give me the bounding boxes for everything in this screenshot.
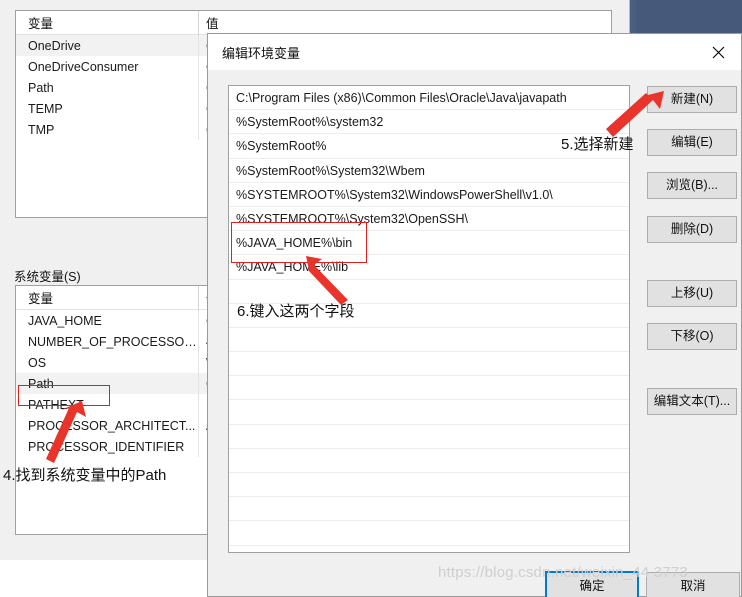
path-entry[interactable]: C:\Program Files (x86)\Common Files\Orac… — [229, 86, 629, 111]
row-column-divider — [198, 436, 199, 457]
move-down-button[interactable]: 下移(O) — [647, 323, 737, 350]
system-variable-name: NUMBER_OF_PROCESSORS — [28, 334, 198, 349]
row-column-divider — [198, 310, 199, 331]
path-entry[interactable]: %SystemRoot%\System32\Wbem — [229, 159, 629, 183]
annotation-step-4: 4.找到系统变量中的Path — [3, 467, 167, 484]
browse-button[interactable]: 浏览(B)... — [647, 172, 737, 199]
row-column-divider — [198, 98, 199, 119]
row-column-divider — [198, 373, 199, 394]
user-variable-name: TMP — [28, 122, 55, 137]
system-variable-name: OS — [28, 355, 47, 370]
move-up-button[interactable]: 上移(U) — [647, 280, 737, 307]
path-entry-java-lib[interactable]: %JAVA_HOME%\lib — [229, 255, 629, 280]
edit-button[interactable]: 编辑(E) — [647, 129, 737, 156]
cancel-button[interactable]: 取消 — [646, 572, 740, 597]
row-column-divider — [198, 331, 199, 352]
screenshot-root: 变量 值 OneDrive C OneDriveConsumer C — [0, 0, 742, 597]
path-entry-empty[interactable] — [229, 352, 629, 377]
edit-text-button[interactable]: 编辑文本(T)... — [647, 388, 737, 415]
user-variable-name: OneDriveConsumer — [28, 59, 139, 74]
row-column-divider — [198, 352, 199, 373]
path-entry-empty[interactable] — [229, 473, 629, 498]
dialog-body: C:\Program Files (x86)\Common Files\Orac… — [208, 70, 741, 597]
system-variables-col-name-header: 变量 — [28, 292, 54, 306]
ok-button[interactable]: 确定 — [545, 571, 639, 597]
annotation-step-6: 6.键入这两个字段 — [237, 303, 355, 320]
system-variables-header-divider — [198, 286, 199, 310]
delete-button[interactable]: 删除(D) — [647, 216, 737, 243]
system-variables-group-label: 系统变量(S) — [14, 270, 81, 284]
desktop-background-inner — [636, 0, 742, 33]
path-entry-empty[interactable] — [229, 521, 629, 546]
system-variable-name: Path — [28, 376, 54, 391]
system-variable-name: PROCESSOR_IDENTIFIER — [28, 439, 185, 454]
path-entry-empty[interactable] — [229, 328, 629, 353]
path-entry-empty[interactable] — [229, 497, 629, 522]
row-column-divider — [198, 394, 199, 415]
user-variables-header-row: 变量 值 — [16, 11, 611, 35]
system-variable-name: PROCESSOR_ARCHITECT... — [28, 418, 196, 433]
path-entry[interactable]: %SYSTEMROOT%\System32\OpenSSH\ — [229, 207, 629, 232]
user-variable-name: Path — [28, 80, 54, 95]
row-column-divider — [198, 119, 199, 140]
user-variable-name: OneDrive — [28, 38, 81, 53]
path-entry-java-bin[interactable]: %JAVA_HOME%\bin — [229, 231, 629, 256]
system-variable-name: JAVA_HOME — [28, 313, 102, 328]
path-entry[interactable]: %SystemRoot%\system32 — [229, 110, 629, 135]
system-variable-name: PATHEXT — [28, 397, 84, 412]
row-column-divider — [198, 415, 199, 436]
annotation-step-5: 5.选择新建 — [561, 136, 634, 153]
new-button[interactable]: 新建(N) — [647, 86, 737, 113]
path-entry-empty[interactable] — [229, 376, 629, 401]
path-entry[interactable]: %SYSTEMROOT%\System32\WindowsPowerShell\… — [229, 183, 629, 207]
user-variable-name: TEMP — [28, 101, 63, 116]
row-column-divider — [198, 35, 199, 56]
row-column-divider — [198, 77, 199, 98]
user-variables-col-name-header: 变量 — [28, 17, 54, 31]
path-entry-empty[interactable] — [229, 449, 629, 473]
path-entry-empty[interactable] — [229, 425, 629, 449]
dialog-titlebar: 编辑环境变量 — [208, 34, 741, 70]
user-variables-header-divider — [198, 11, 199, 35]
path-entry-empty[interactable] — [229, 400, 629, 425]
row-column-divider — [198, 56, 199, 77]
dialog-title: 编辑环境变量 — [222, 45, 301, 61]
close-icon[interactable] — [695, 34, 741, 70]
user-variables-col-value-header: 值 — [206, 17, 219, 31]
